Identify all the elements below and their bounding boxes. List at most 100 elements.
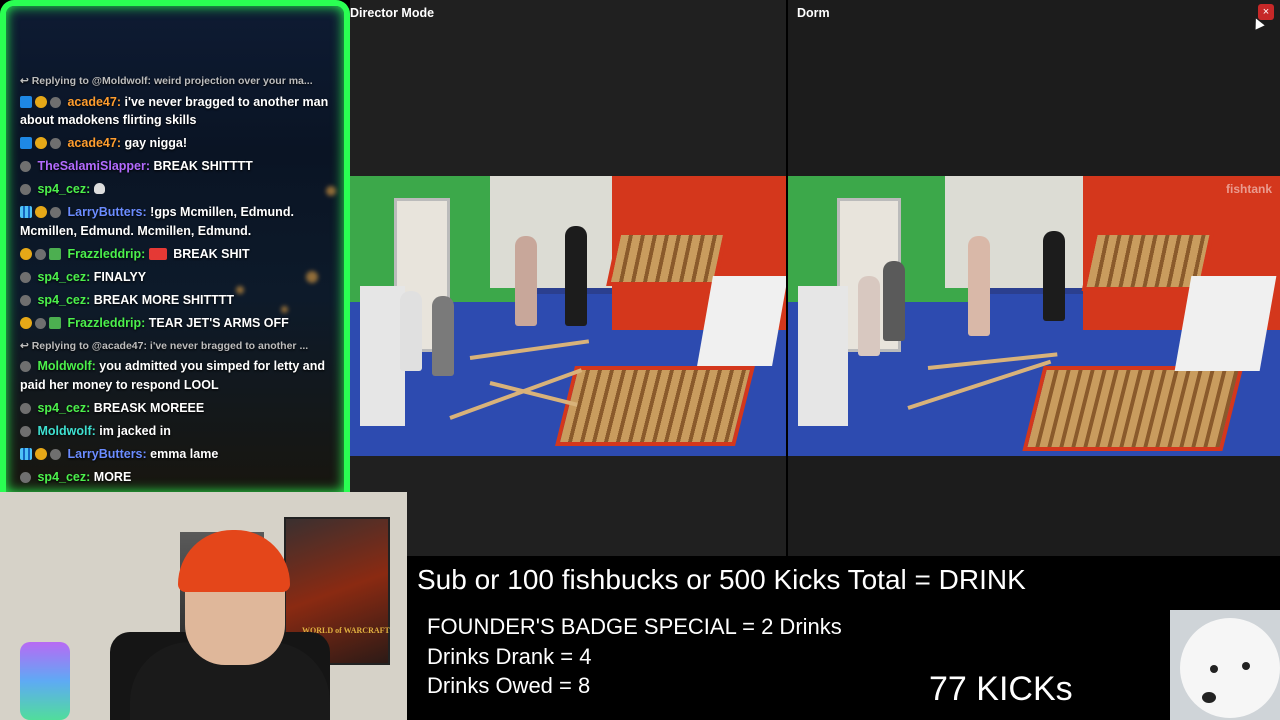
bed-frame	[606, 231, 728, 286]
drinks-drank-line: Drinks Drank = 4	[427, 643, 592, 669]
chat-username[interactable]: LarryButters	[67, 205, 142, 219]
drink-rule-headline: Sub or 100 fishbucks or 500 Kicks Total …	[417, 564, 1026, 595]
info-overlay: Sub or 100 fishbucks or 500 Kicks Total …	[407, 556, 1280, 720]
user-badge-icon	[20, 425, 31, 437]
chat-message: sp4_cez: MORE	[20, 468, 330, 487]
chat-message: sp4_cez: BREASK MOREEE	[20, 399, 330, 418]
fishtank-watermark: fishtank	[1225, 182, 1272, 196]
dog-image	[1170, 610, 1280, 720]
mattress	[697, 276, 786, 366]
user-badge-icon	[35, 248, 46, 260]
gold-badge-icon	[20, 247, 32, 260]
chat-username[interactable]: sp4_cez	[37, 293, 86, 307]
person	[968, 236, 990, 336]
kicks-counter: 77 KICKs	[929, 670, 1073, 708]
chat-text: !gps Mcmillen, Edmund. Mcmillen, Edmund.…	[20, 205, 294, 238]
prime-badge-icon	[20, 95, 32, 108]
chat-username[interactable]: LarryButters	[67, 447, 142, 461]
chat-text: emma lame	[150, 446, 219, 461]
gold-badge-icon	[35, 206, 47, 218]
emote-icon	[148, 247, 167, 260]
prime-badge-icon	[20, 137, 32, 149]
gold-badge-icon	[35, 137, 47, 149]
chat-username[interactable]: Frazzleddrip	[67, 247, 141, 261]
chat-reply-indicator: ↩ Replying to @Moldwolf: weird projectio…	[20, 75, 313, 87]
camera-feed-dorm[interactable]: fishtank	[788, 176, 1280, 456]
chat-reply-indicator: ↩ Replying to @acade47: i've never bragg…	[20, 339, 309, 352]
drink-stats: FOUNDER'S BADGE SPECIAL = 2 Drinks Drink…	[427, 612, 842, 701]
user-badge-icon	[35, 317, 46, 329]
person	[565, 226, 587, 326]
gold-badge-icon	[20, 316, 32, 329]
user-badge-icon	[20, 471, 31, 483]
chat-message-list: ↩ Replying to @Moldwolf: weird projectio…	[20, 72, 330, 491]
streamer-webcam: WORLD of WARCRAFT	[0, 492, 407, 720]
camera-feed-director[interactable]	[350, 176, 786, 456]
skull-emote-icon	[93, 183, 105, 194]
sub-badge-icon	[49, 247, 61, 260]
person	[1043, 231, 1065, 321]
gold-badge-icon	[35, 447, 47, 460]
chat-text: MORE	[93, 469, 132, 484]
gold-badge-icon	[35, 95, 47, 108]
chat-message: Moldwolf: you admitted you simped for le…	[20, 359, 326, 392]
person	[515, 236, 537, 326]
chat-text: BREAK MORE SHITTTT	[93, 292, 235, 307]
chat-username[interactable]: Frazzleddrip	[67, 316, 141, 330]
user-badge-icon	[50, 448, 61, 460]
user-badge-icon	[20, 184, 31, 195]
sub-badge-icon	[49, 316, 61, 329]
panel-title: Dorm	[797, 6, 830, 20]
user-badge-icon	[50, 138, 61, 149]
user-badge-icon	[20, 402, 31, 414]
grid-badge-icon	[20, 206, 32, 218]
chat-message: LarryButters: emma lame	[20, 445, 330, 464]
chat-username[interactable]: sp4_cez	[37, 470, 86, 484]
rgb-microphone-icon	[20, 642, 70, 720]
bed-frame	[555, 366, 755, 446]
user-badge-icon	[20, 361, 31, 372]
person	[400, 291, 422, 371]
chat-text: im jacked in	[99, 423, 171, 438]
chat-message: TheSalamiSlapper: BREAK SHITTTT	[20, 157, 330, 176]
chat-message: sp4_cez:	[20, 180, 330, 199]
chat-username[interactable]: TheSalamiSlapper	[37, 159, 145, 173]
chat-message: acade47: gay nigga!	[20, 134, 330, 153]
chat-username[interactable]: sp4_cez	[37, 270, 86, 284]
camera-panel-dorm: Dorm × fishtank	[788, 0, 1280, 556]
chat-message: sp4_cez: BREAK MORE SHITTTT	[20, 291, 330, 310]
chat-username[interactable]: Moldwolf	[37, 359, 91, 373]
mattress	[1174, 276, 1277, 371]
chat-text: BREAK SHIT	[173, 246, 250, 261]
user-badge-icon	[50, 207, 61, 218]
chat-text: TEAR JET'S ARMS OFF	[148, 315, 289, 330]
chat-username[interactable]: sp4_cez	[37, 401, 86, 415]
person	[858, 276, 880, 356]
chat-username[interactable]: acade47	[67, 95, 116, 109]
chat-overlay: ↩ Replying to @Moldwolf: weird projectio…	[0, 0, 350, 492]
user-badge-icon	[20, 271, 31, 283]
chat-message: sp4_cez: FINALYY	[20, 268, 330, 287]
chat-message: Moldwolf: im jacked in	[20, 422, 330, 441]
chat-username[interactable]: sp4_cez	[37, 182, 86, 196]
bed-frame	[1022, 366, 1244, 451]
drinks-owed-line: Drinks Owed = 8	[427, 673, 591, 698]
person	[883, 261, 905, 341]
founders-badge-line: FOUNDER'S BADGE SPECIAL = 2 Drinks	[427, 614, 842, 639]
grid-badge-icon	[20, 447, 32, 460]
chat-text: BREAK SHITTTT	[153, 159, 253, 173]
camera-panel-director: Director Mode	[350, 0, 786, 556]
chat-text: BREASK MOREEE	[93, 400, 205, 415]
user-badge-icon	[50, 96, 61, 108]
person	[432, 296, 454, 376]
chat-username[interactable]: acade47	[67, 136, 116, 150]
chat-message: Frazzleddrip: TEAR JET'S ARMS OFF	[20, 314, 330, 333]
chat-message: LarryButters: !gps Mcmillen, Edmund. Mcm…	[20, 205, 294, 238]
chat-username[interactable]: Moldwolf	[37, 424, 91, 438]
panel-title: Director Mode	[350, 6, 435, 20]
chat-message: Frazzleddrip: BREAK SHIT	[20, 245, 330, 264]
user-badge-icon	[20, 161, 31, 172]
chat-message: acade47: i've never bragged to another m…	[20, 94, 329, 127]
chat-text: gay nigga!	[124, 136, 188, 150]
chat-text: FINALYY	[93, 269, 147, 284]
